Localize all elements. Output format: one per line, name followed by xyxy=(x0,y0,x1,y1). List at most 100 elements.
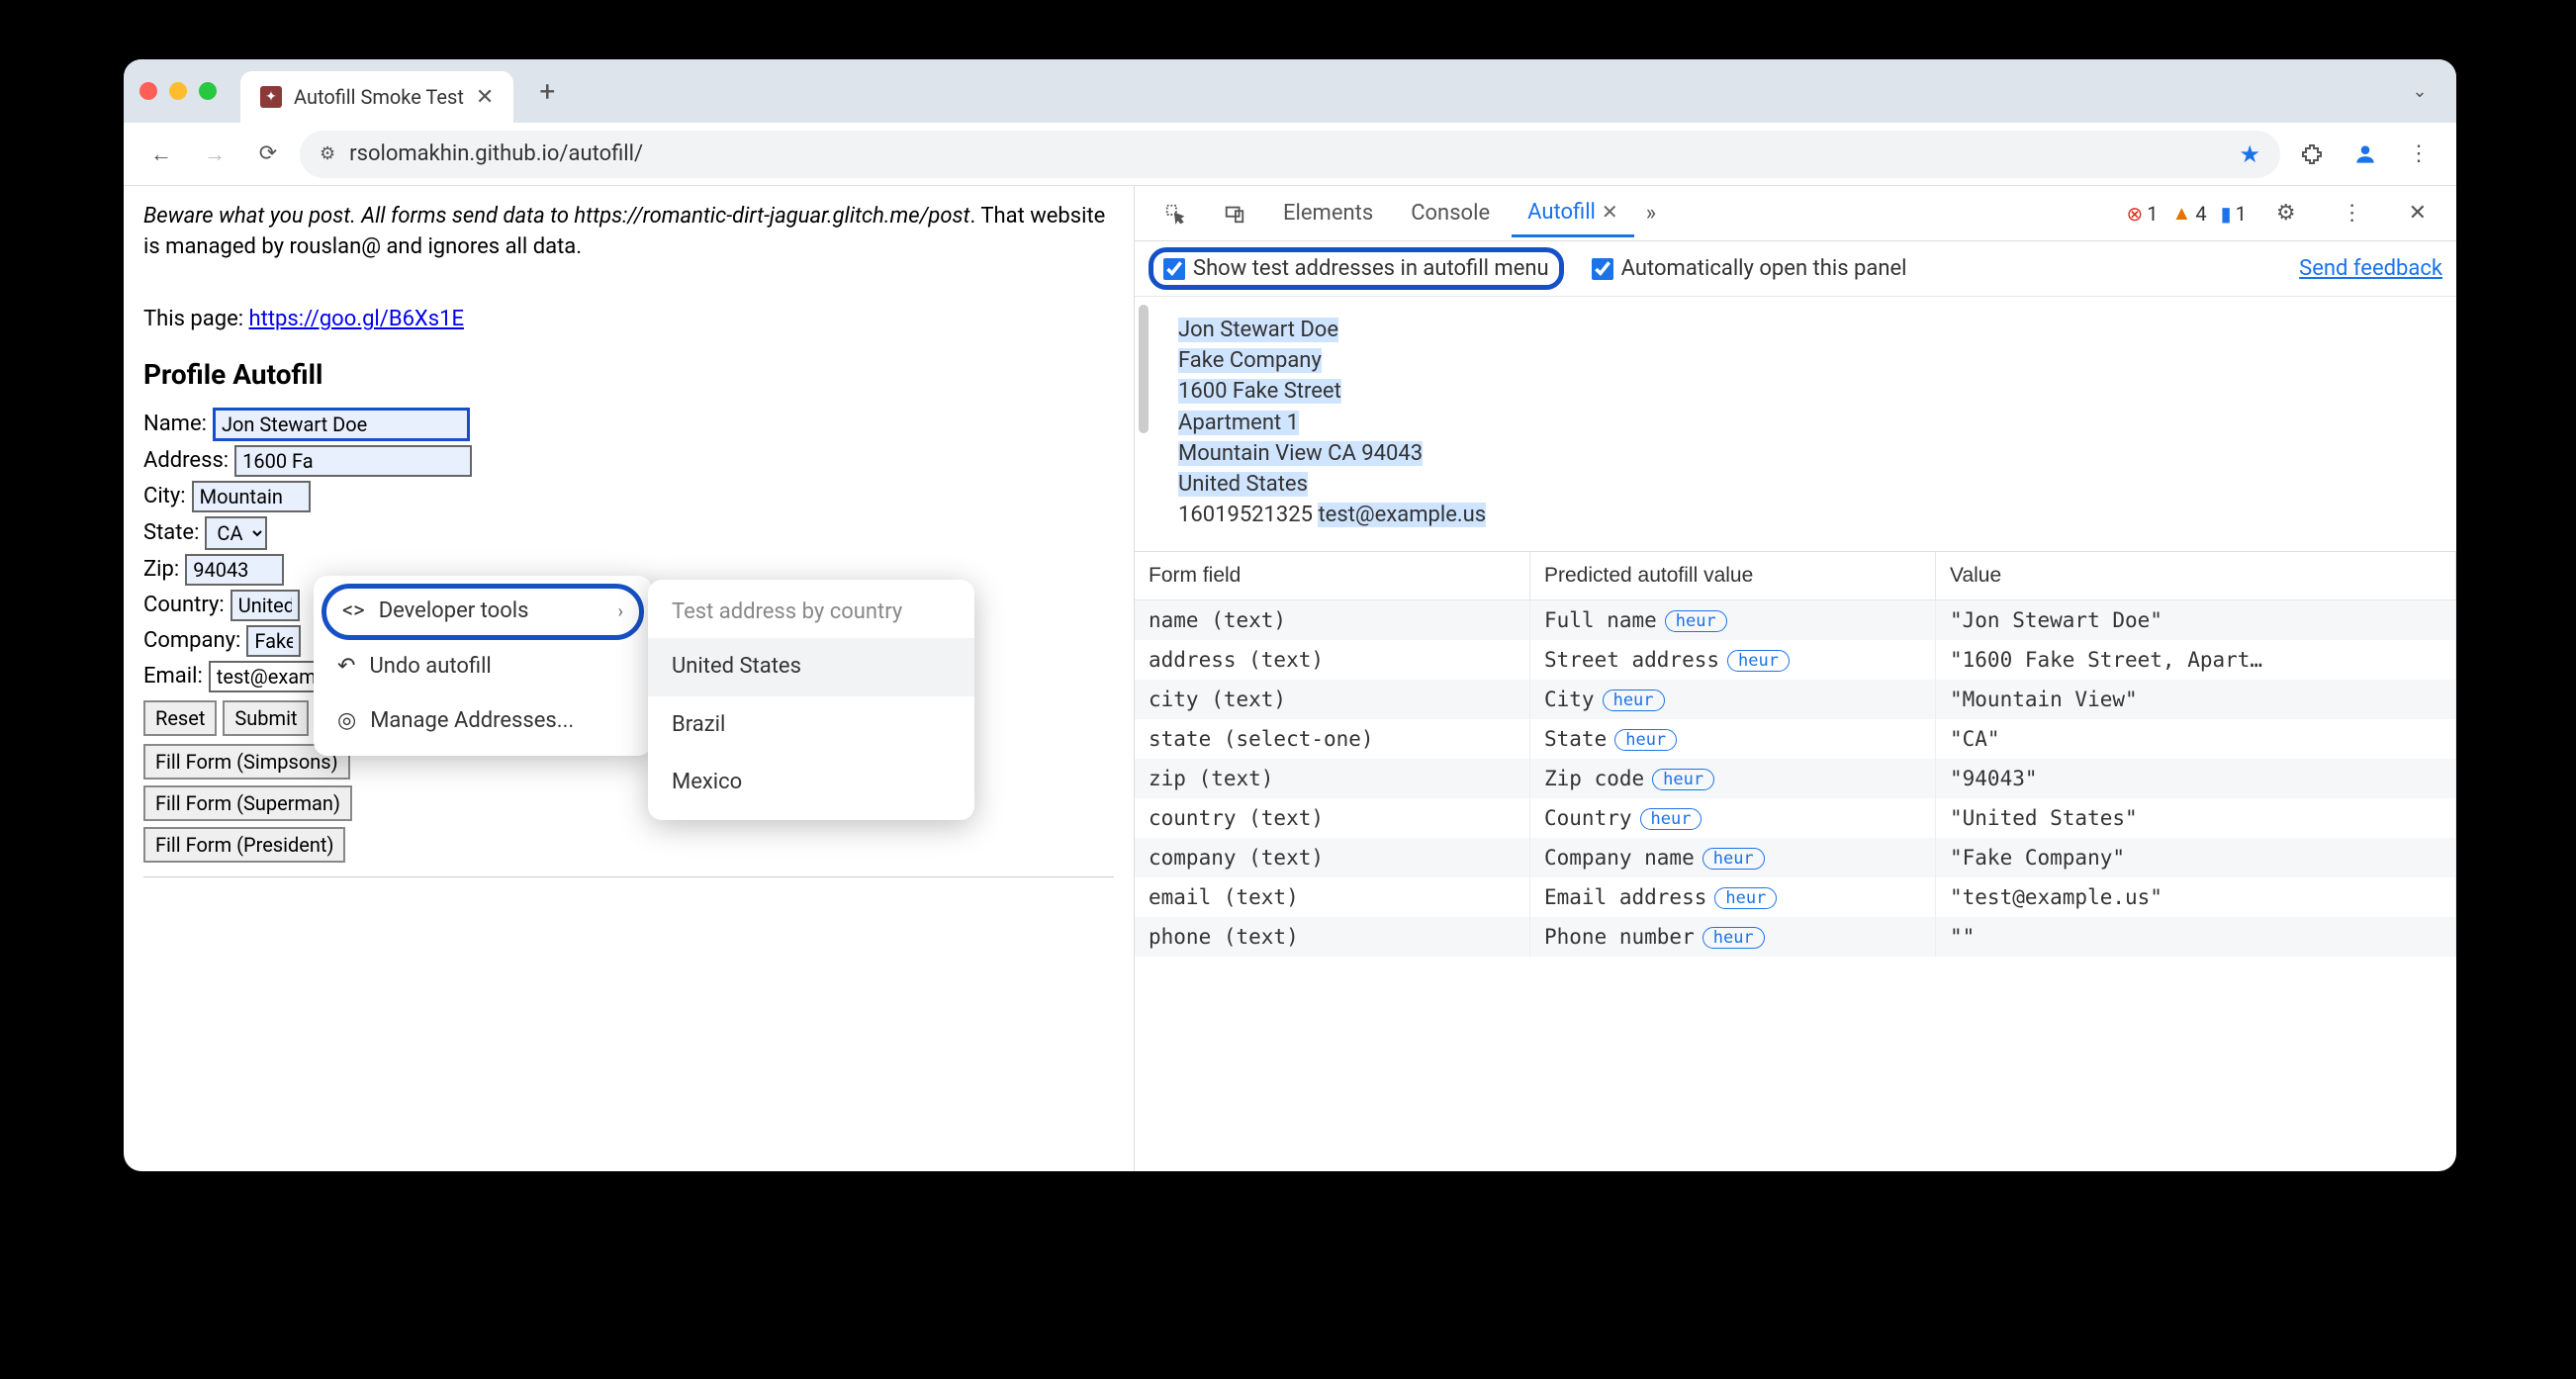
state-label: State: xyxy=(143,518,199,549)
table-row[interactable]: country (text)Countryheur"United States" xyxy=(1135,798,2456,838)
submit-button[interactable]: Submit xyxy=(223,700,309,736)
cell-value: "United States" xyxy=(1936,798,2456,838)
cell-form-field: phone (text) xyxy=(1135,917,1530,957)
table-row[interactable]: name (text)Full nameheur"Jon Stewart Doe… xyxy=(1135,600,2456,640)
profile-country: United States xyxy=(1178,472,1308,497)
address-input[interactable] xyxy=(234,445,472,477)
table-row[interactable]: company (text)Company nameheur"Fake Comp… xyxy=(1135,838,2456,877)
state-select[interactable]: CA xyxy=(205,516,267,550)
cell-value: "Fake Company" xyxy=(1936,838,2456,877)
company-input[interactable] xyxy=(246,625,301,657)
cell-predicted: Phone numberheur xyxy=(1530,917,1936,957)
table-row[interactable]: state (select-one)Stateheur"CA" xyxy=(1135,719,2456,759)
zip-input[interactable] xyxy=(185,554,284,586)
close-devtools-icon[interactable]: ✕ xyxy=(2393,191,2442,235)
tab-autofill[interactable]: Autofill ✕ xyxy=(1512,190,1634,237)
tab-console[interactable]: Console xyxy=(1395,191,1506,235)
country-item-us[interactable]: United States xyxy=(648,638,974,696)
cell-value: "1600 Fake Street, Apart… xyxy=(1936,640,2456,680)
col-value[interactable]: Value xyxy=(1936,552,2456,600)
profile-email: test@example.us xyxy=(1318,503,1486,527)
maximize-window-button[interactable] xyxy=(199,82,217,100)
profile-avatar-icon[interactable] xyxy=(2344,133,2387,176)
close-tab-icon[interactable]: ✕ xyxy=(476,85,494,110)
country-item-brazil[interactable]: Brazil xyxy=(648,696,974,755)
heur-pill: heur xyxy=(1702,927,1765,949)
favicon-icon: ✦ xyxy=(260,86,282,108)
auto-open-panel-checkbox[interactable]: Automatically open this panel xyxy=(1592,256,1907,281)
devtools-menu-icon[interactable]: ⋮ xyxy=(2326,191,2379,235)
back-button[interactable]: ← xyxy=(139,133,183,176)
cell-value: "94043" xyxy=(1936,759,2456,798)
tab-autofill-label: Autofill xyxy=(1527,200,1596,225)
window-controls xyxy=(139,82,217,100)
cell-value: "Jon Stewart Doe" xyxy=(1936,600,2456,640)
fill-president-button[interactable]: Fill Form (President) xyxy=(143,827,345,863)
col-predicted[interactable]: Predicted autofill value xyxy=(1530,552,1936,600)
country-item-mexico[interactable]: Mexico xyxy=(648,754,974,812)
company-label: Company: xyxy=(143,626,240,657)
this-page-link[interactable]: https://goo.gl/B6Xs1E xyxy=(249,307,464,331)
bookmark-star-icon[interactable]: ★ xyxy=(2239,140,2260,168)
table-row[interactable]: phone (text)Phone numberheur"" xyxy=(1135,917,2456,957)
profile-city-line: Mountain View CA 94043 xyxy=(1178,441,1423,466)
autofill-options-bar: Show test addresses in autofill menu Aut… xyxy=(1135,241,2456,297)
show-test-addresses-checkbox[interactable]: Show test addresses in autofill menu xyxy=(1149,247,1564,290)
overflow-menu-icon[interactable]: ⋮ xyxy=(2397,133,2440,176)
send-feedback-link[interactable]: Send feedback xyxy=(2299,256,2442,281)
minimize-window-button[interactable] xyxy=(169,82,187,100)
scrollbar-thumb[interactable] xyxy=(1139,305,1149,433)
browser-toolbar: ← → ⟳ ⚙ rsolomakhin.github.io/autofill/ … xyxy=(124,123,2456,186)
developer-tools-menu-item[interactable]: <> Developer tools › xyxy=(322,584,644,640)
page-heading: Profile Autofill xyxy=(143,355,1114,394)
manage-addresses-menu-item[interactable]: ◎ Manage Addresses... xyxy=(314,694,652,749)
reset-button[interactable]: Reset xyxy=(143,700,217,736)
country-label: Country: xyxy=(143,591,225,621)
content-area: Beware what you post. All forms send dat… xyxy=(124,186,2456,1171)
table-row[interactable]: email (text)Email addressheur"test@examp… xyxy=(1135,877,2456,917)
warning-badge[interactable]: ▲4 xyxy=(2172,201,2207,226)
more-tabs-icon[interactable]: » xyxy=(1640,201,1662,226)
country-input[interactable] xyxy=(230,590,300,621)
manage-addresses-label: Manage Addresses... xyxy=(370,706,574,737)
extensions-icon[interactable] xyxy=(2290,133,2334,176)
settings-gear-icon[interactable]: ⚙ xyxy=(2260,191,2312,235)
info-badge[interactable]: ▮1 xyxy=(2221,202,2247,226)
fill-superman-button[interactable]: Fill Form (Superman) xyxy=(143,785,352,821)
forward-button[interactable]: → xyxy=(193,133,236,176)
device-toolbar-icon[interactable] xyxy=(1208,193,1261,234)
email-label: Email: xyxy=(143,662,203,692)
col-form-field[interactable]: Form field xyxy=(1135,552,1530,600)
new-tab-button[interactable]: + xyxy=(525,75,569,108)
auto-open-panel-input[interactable] xyxy=(1592,258,1613,280)
address-bar[interactable]: ⚙ rsolomakhin.github.io/autofill/ ★ xyxy=(300,131,2280,178)
show-test-addresses-input[interactable] xyxy=(1163,258,1185,280)
inspect-element-icon[interactable] xyxy=(1149,193,1202,234)
error-badge[interactable]: ⊗1 xyxy=(2127,202,2159,226)
cell-predicted: Company nameheur xyxy=(1530,838,1936,877)
city-label: City: xyxy=(143,482,186,512)
table-row[interactable]: address (text)Street addressheur"1600 Fa… xyxy=(1135,640,2456,680)
browser-tab[interactable]: ✦ Autofill Smoke Test ✕ xyxy=(240,71,513,123)
divider xyxy=(143,876,1114,877)
heur-pill: heur xyxy=(1652,769,1714,790)
cell-value: "test@example.us" xyxy=(1936,877,2456,917)
cell-form-field: state (select-one) xyxy=(1135,719,1530,759)
name-label: Name: xyxy=(143,410,207,440)
tab-elements[interactable]: Elements xyxy=(1267,191,1389,235)
city-input[interactable] xyxy=(192,481,311,512)
cell-predicted: Zip codeheur xyxy=(1530,759,1936,798)
submenu-header: Test address by country xyxy=(648,588,974,638)
cell-predicted: Cityheur xyxy=(1530,680,1936,719)
tab-overflow-button[interactable]: ⌄ xyxy=(2399,70,2440,112)
table-row[interactable]: city (text)Cityheur"Mountain View" xyxy=(1135,680,2456,719)
close-tab-icon[interactable]: ✕ xyxy=(1602,200,1618,224)
close-window-button[interactable] xyxy=(139,82,157,100)
site-settings-icon[interactable]: ⚙ xyxy=(320,143,335,164)
profile-phone: 16019521325 xyxy=(1178,503,1313,527)
undo-autofill-menu-item[interactable]: ↶ Undo autofill xyxy=(314,640,652,694)
reload-button[interactable]: ⟳ xyxy=(246,133,290,176)
table-row[interactable]: zip (text)Zip codeheur"94043" xyxy=(1135,759,2456,798)
name-input[interactable] xyxy=(213,408,470,441)
profile-street: 1600 Fake Street xyxy=(1178,379,1341,404)
